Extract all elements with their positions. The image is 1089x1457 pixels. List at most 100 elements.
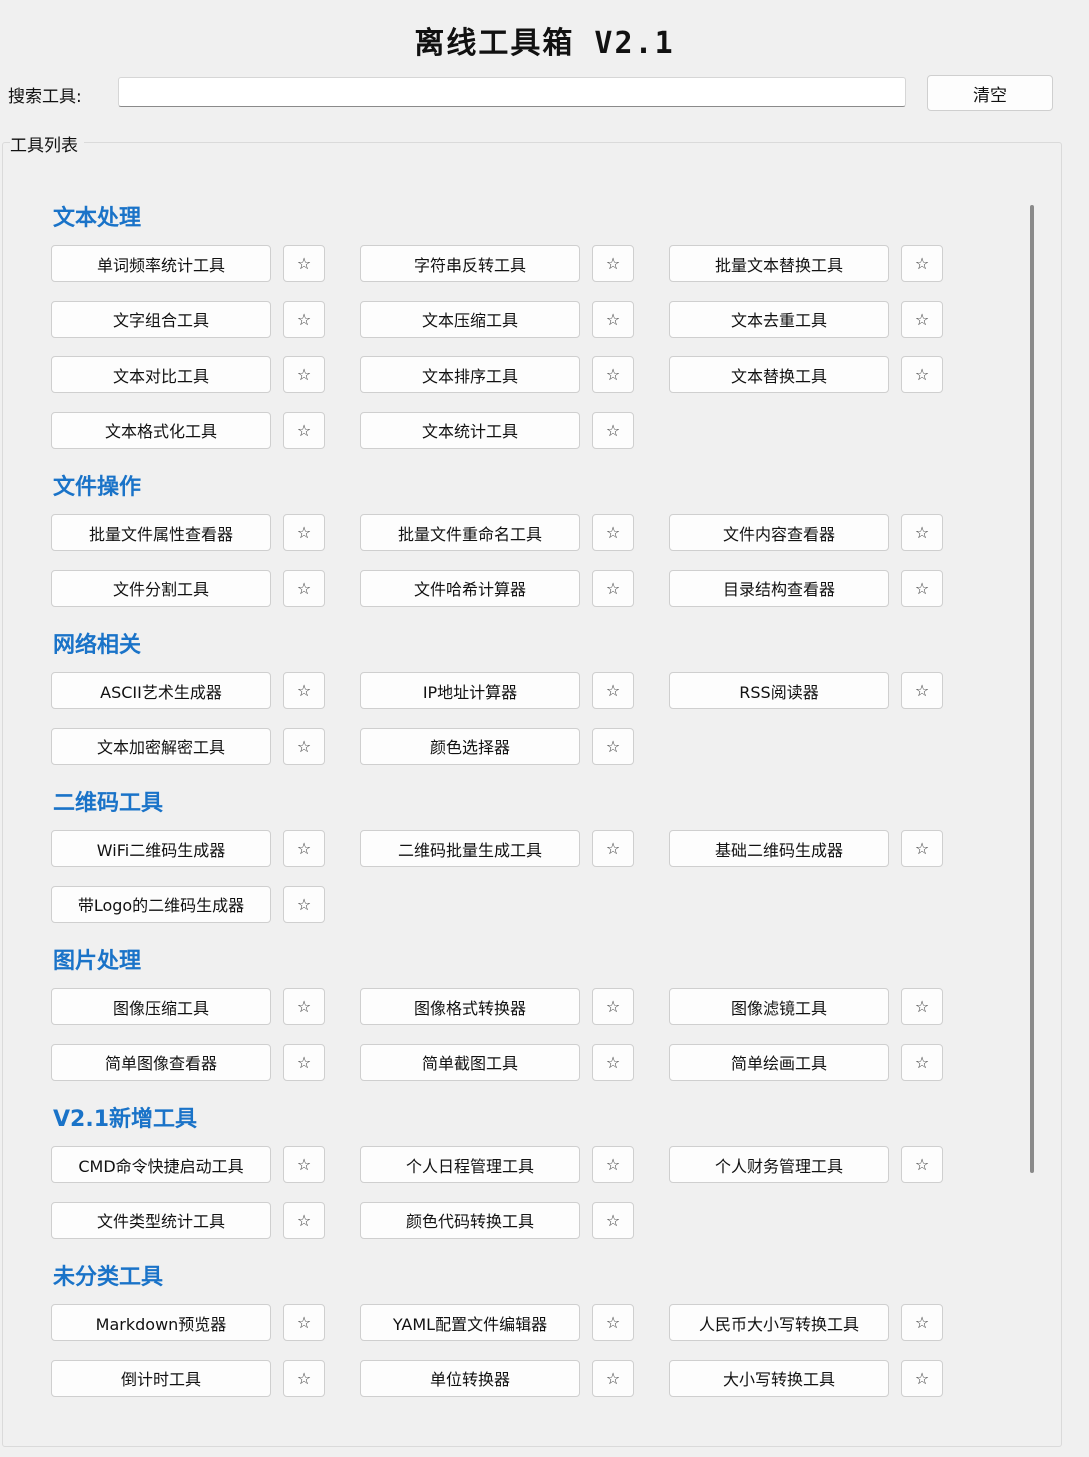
favorite-star-icon[interactable]: ☆ (592, 514, 634, 551)
tool-button[interactable]: 图像滤镜工具 (669, 988, 889, 1025)
favorite-star-icon[interactable]: ☆ (283, 1304, 325, 1341)
favorite-star-icon[interactable]: ☆ (901, 300, 943, 338)
category-title: 未分类工具 (53, 1265, 164, 1290)
favorite-star-icon[interactable]: ☆ (283, 569, 325, 607)
favorite-star-icon[interactable]: ☆ (283, 1043, 325, 1081)
category-title: 网络相关 (53, 633, 142, 658)
favorite-star-icon[interactable]: ☆ (901, 514, 943, 551)
tool-button[interactable]: ASCII艺术生成器 (51, 672, 271, 709)
tool-button[interactable]: 带Logo的二维码生成器 (51, 885, 271, 923)
tool-button[interactable]: 文本去重工具 (669, 300, 889, 338)
tool-button[interactable]: 文本压缩工具 (360, 300, 580, 338)
favorite-star-icon[interactable]: ☆ (592, 356, 634, 393)
tool-button[interactable]: 文件类型统计工具 (51, 1201, 271, 1239)
favorite-star-icon[interactable]: ☆ (592, 1201, 634, 1239)
favorite-star-icon[interactable]: ☆ (283, 672, 325, 709)
tool-button[interactable]: CMD命令快捷启动工具 (51, 1146, 271, 1183)
favorite-star-icon[interactable]: ☆ (592, 727, 634, 765)
tool-button[interactable]: 文本对比工具 (51, 356, 271, 393)
tool-button[interactable]: 大小写转换工具 (669, 1359, 889, 1397)
favorite-star-icon[interactable]: ☆ (592, 1146, 634, 1183)
tool-button[interactable]: 单词频率统计工具 (51, 245, 271, 282)
tool-button[interactable]: 目录结构查看器 (669, 569, 889, 607)
favorite-star-icon[interactable]: ☆ (283, 1201, 325, 1239)
favorite-star-icon[interactable]: ☆ (592, 569, 634, 607)
tool-button[interactable]: 文件哈希计算器 (360, 569, 580, 607)
tool-button[interactable]: 字符串反转工具 (360, 245, 580, 282)
favorite-star-icon[interactable]: ☆ (283, 1146, 325, 1183)
tool-button[interactable]: 人民币大小写转换工具 (669, 1304, 889, 1341)
tool-button[interactable]: 文本格式化工具 (51, 411, 271, 449)
tool-button[interactable]: 批量文本替换工具 (669, 245, 889, 282)
tool-button[interactable]: 文本替换工具 (669, 356, 889, 393)
favorite-star-icon[interactable]: ☆ (901, 1146, 943, 1183)
favorite-star-icon[interactable]: ☆ (283, 245, 325, 282)
tool-button[interactable]: 个人日程管理工具 (360, 1146, 580, 1183)
app-window: 离线工具箱 V2.1 搜索工具: 清空 工具列表 文本处理单词频率统计工具 ☆ 字符… (0, 0, 1089, 1457)
favorite-star-icon[interactable]: ☆ (592, 830, 634, 867)
tool-button[interactable]: 倒计时工具 (51, 1359, 271, 1397)
favorite-star-icon[interactable]: ☆ (592, 1304, 634, 1341)
search-label: 搜索工具: (8, 87, 82, 107)
favorite-star-icon[interactable]: ☆ (592, 411, 634, 449)
favorite-star-icon[interactable]: ☆ (901, 1304, 943, 1341)
app-title: 离线工具箱 V2.1 (414, 26, 675, 61)
favorite-star-icon[interactable]: ☆ (592, 1359, 634, 1397)
tool-list-scroll-area[interactable]: 文本处理单词频率统计工具 ☆ 字符串反转工具 ☆ 批量文本替换工具 ☆ 文字组合工具 ☆ 文本压… (3, 180, 1023, 1430)
tool-button[interactable]: 个人财务管理工具 (669, 1146, 889, 1183)
scrollbar-thumb[interactable] (1030, 205, 1034, 1173)
favorite-star-icon[interactable]: ☆ (901, 1043, 943, 1081)
favorite-star-icon[interactable]: ☆ (283, 988, 325, 1025)
favorite-star-icon[interactable]: ☆ (901, 1359, 943, 1397)
favorite-star-icon[interactable]: ☆ (901, 245, 943, 282)
tool-button[interactable]: 文本加密解密工具 (51, 727, 271, 765)
favorite-star-icon[interactable]: ☆ (592, 300, 634, 338)
tool-button[interactable]: 文件内容查看器 (669, 514, 889, 551)
category-title: 文本处理 (53, 206, 142, 231)
tool-button[interactable]: 批量文件属性查看器 (51, 514, 271, 551)
category-title: 图片处理 (53, 949, 142, 974)
tool-button[interactable]: 文字组合工具 (51, 300, 271, 338)
favorite-star-icon[interactable]: ☆ (592, 245, 634, 282)
favorite-star-icon[interactable]: ☆ (283, 727, 325, 765)
favorite-star-icon[interactable]: ☆ (283, 411, 325, 449)
tool-button[interactable]: RSS阅读器 (669, 672, 889, 709)
favorite-star-icon[interactable]: ☆ (592, 988, 634, 1025)
favorite-star-icon[interactable]: ☆ (901, 672, 943, 709)
search-input[interactable] (118, 77, 906, 107)
favorite-star-icon[interactable]: ☆ (283, 1359, 325, 1397)
tool-button[interactable]: 文件分割工具 (51, 569, 271, 607)
tool-button[interactable]: 图像格式转换器 (360, 988, 580, 1025)
favorite-star-icon[interactable]: ☆ (901, 356, 943, 393)
favorite-star-icon[interactable]: ☆ (283, 830, 325, 867)
tool-button[interactable]: 颜色代码转换工具 (360, 1201, 580, 1239)
tool-button[interactable]: WiFi二维码生成器 (51, 830, 271, 867)
favorite-star-icon[interactable]: ☆ (283, 885, 325, 923)
tool-button[interactable]: 二维码批量生成工具 (360, 830, 580, 867)
favorite-star-icon[interactable]: ☆ (592, 672, 634, 709)
tool-button[interactable]: IP地址计算器 (360, 672, 580, 709)
favorite-star-icon[interactable]: ☆ (283, 514, 325, 551)
tool-button[interactable]: 简单图像查看器 (51, 1043, 271, 1081)
tool-button[interactable]: 图像压缩工具 (51, 988, 271, 1025)
tool-button[interactable]: 批量文件重命名工具 (360, 514, 580, 551)
tool-button[interactable]: 简单绘画工具 (669, 1043, 889, 1081)
tool-button[interactable]: 文本排序工具 (360, 356, 580, 393)
tool-button[interactable]: 单位转换器 (360, 1359, 580, 1397)
favorite-star-icon[interactable]: ☆ (901, 988, 943, 1025)
category-title: V2.1新增工具 (53, 1107, 197, 1132)
tool-button[interactable]: Markdown预览器 (51, 1304, 271, 1341)
favorite-star-icon[interactable]: ☆ (592, 1043, 634, 1081)
tool-button[interactable]: YAML配置文件编辑器 (360, 1304, 580, 1341)
clear-button[interactable]: 清空 (927, 75, 1053, 111)
tool-button[interactable]: 颜色选择器 (360, 727, 580, 765)
favorite-star-icon[interactable]: ☆ (283, 300, 325, 338)
favorite-star-icon[interactable]: ☆ (283, 356, 325, 393)
tool-button[interactable]: 基础二维码生成器 (669, 830, 889, 867)
tool-button[interactable]: 简单截图工具 (360, 1043, 580, 1081)
tool-button[interactable]: 文本统计工具 (360, 411, 580, 449)
favorite-star-icon[interactable]: ☆ (901, 569, 943, 607)
tool-list-label: 工具列表 (10, 131, 84, 156)
favorite-star-icon[interactable]: ☆ (901, 830, 943, 867)
category-title: 二维码工具 (53, 791, 164, 816)
